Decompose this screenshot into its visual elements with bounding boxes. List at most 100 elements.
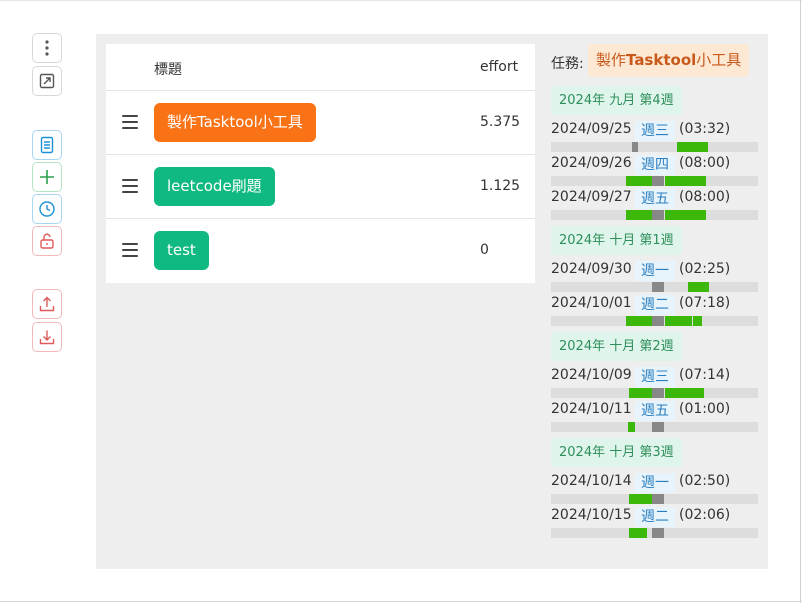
task-tag[interactable]: test (154, 231, 209, 270)
day-duration: (07:14) (679, 367, 731, 383)
day-duration: (03:32) (679, 121, 731, 137)
day-row: 2024/10/15 週二 (02:06) (551, 507, 761, 538)
column-header-effort[interactable]: effort (480, 59, 518, 75)
week-header: 2024年 十月 第1週 (551, 226, 682, 255)
day-duration: (08:00) (679, 189, 731, 205)
work-segment (677, 142, 708, 152)
day-duration: (08:00) (679, 155, 731, 171)
day-weekday: 週一 (635, 473, 675, 493)
effort-value: 5.375 (480, 114, 521, 130)
day-duration: (07:18) (679, 295, 731, 311)
drag-handle-icon[interactable] (122, 243, 138, 257)
work-segment (693, 316, 702, 326)
plus-icon (40, 170, 54, 184)
selected-task-chip: 製作Tasktool小工具 (588, 44, 750, 77)
clock-icon (39, 201, 55, 217)
open-external-button[interactable] (32, 66, 62, 96)
day-date: 2024/09/26 (551, 155, 632, 171)
table-header: 標題 effort (106, 44, 535, 91)
drag-handle-icon[interactable] (122, 115, 138, 129)
day-timeline-bar (551, 494, 758, 504)
day-timeline-bar (551, 210, 758, 220)
day-date: 2024/09/27 (551, 189, 632, 205)
work-segment (628, 422, 635, 432)
effort-value: 1.125 (480, 178, 521, 194)
week-header: 2024年 十月 第2週 (551, 332, 682, 361)
work-segment (665, 176, 706, 186)
day-row: 2024/09/25 週三 (03:32) (551, 121, 761, 152)
work-segment (688, 282, 709, 292)
window-right-border (800, 0, 801, 603)
now-marker (652, 494, 664, 504)
day-row: 2024/09/30 週一 (02:25) (551, 261, 761, 292)
drag-handle-icon[interactable] (122, 179, 138, 193)
now-marker (652, 282, 664, 292)
download-button[interactable] (32, 322, 62, 352)
day-row: 2024/10/14 週一 (02:50) (551, 473, 761, 504)
now-marker (652, 422, 664, 432)
work-segment (626, 176, 653, 186)
task-name-bold: Tasktool (626, 51, 697, 69)
work-segment (665, 210, 706, 220)
day-timeline-bar (551, 316, 758, 326)
task-tag[interactable]: 製作Tasktool小工具 (154, 103, 316, 142)
work-segment (629, 494, 653, 504)
work-segment (665, 316, 692, 326)
day-weekday: 週五 (635, 401, 675, 421)
day-timeline-bar (551, 142, 758, 152)
day-weekday: 週五 (635, 189, 675, 209)
task-table: 標題 effort 製作Tasktool小工具 5.375 leetcode刷題… (106, 44, 535, 283)
table-row: 製作Tasktool小工具 5.375 (106, 91, 535, 155)
column-header-title[interactable]: 標題 (154, 59, 182, 79)
unlock-button[interactable] (32, 226, 62, 256)
week-header: 2024年 九月 第4週 (551, 86, 682, 115)
day-duration: (02:06) (679, 507, 731, 523)
day-date: 2024/10/01 (551, 295, 632, 311)
day-weekday: 週三 (635, 121, 675, 141)
table-row: test 0 (106, 219, 535, 283)
day-date: 2024/10/09 (551, 367, 632, 383)
task-label: 任務: (551, 56, 584, 72)
day-timeline-bar (551, 388, 758, 398)
now-marker (652, 210, 664, 220)
now-marker (632, 142, 638, 152)
now-marker (652, 528, 664, 538)
table-row: leetcode刷題 1.125 (106, 155, 535, 219)
day-weekday: 週二 (635, 507, 675, 527)
day-timeline-bar (551, 422, 758, 432)
day-date: 2024/09/25 (551, 121, 632, 137)
unlock-icon (40, 233, 54, 249)
day-duration: (01:00) (679, 401, 731, 417)
day-weekday: 週四 (635, 155, 675, 175)
day-duration: (02:25) (679, 261, 731, 277)
now-marker (652, 388, 664, 398)
day-timeline-bar (551, 176, 758, 186)
day-row: 2024/10/09 週三 (07:14) (551, 367, 761, 398)
more-button[interactable] (32, 33, 62, 63)
effort-value: 0 (480, 242, 489, 258)
day-weekday: 週一 (635, 261, 675, 281)
day-weekday: 週三 (635, 367, 675, 387)
day-row: 2024/10/11 週五 (01:00) (551, 401, 761, 432)
day-weekday: 週二 (635, 295, 675, 315)
work-segment (629, 528, 647, 538)
day-date: 2024/10/15 (551, 507, 632, 523)
window-bottom-border (0, 601, 802, 602)
window-top-border (0, 0, 802, 1)
clock-button[interactable] (32, 194, 62, 224)
task-tag[interactable]: leetcode刷題 (154, 167, 275, 206)
task-name-suffix: 小工具 (696, 51, 742, 69)
now-marker (652, 316, 664, 326)
day-row: 2024/09/26 週四 (08:00) (551, 155, 761, 186)
upload-button[interactable] (32, 289, 62, 319)
work-segment (665, 388, 704, 398)
day-date: 2024/10/14 (551, 473, 632, 489)
day-date: 2024/10/11 (551, 401, 632, 417)
day-row: 2024/09/27 週五 (08:00) (551, 189, 761, 220)
day-timeline-bar (551, 528, 758, 538)
document-icon (40, 136, 54, 154)
document-button[interactable] (32, 130, 62, 160)
add-button[interactable] (32, 162, 62, 192)
day-date: 2024/09/30 (551, 261, 632, 277)
work-segment (626, 210, 653, 220)
